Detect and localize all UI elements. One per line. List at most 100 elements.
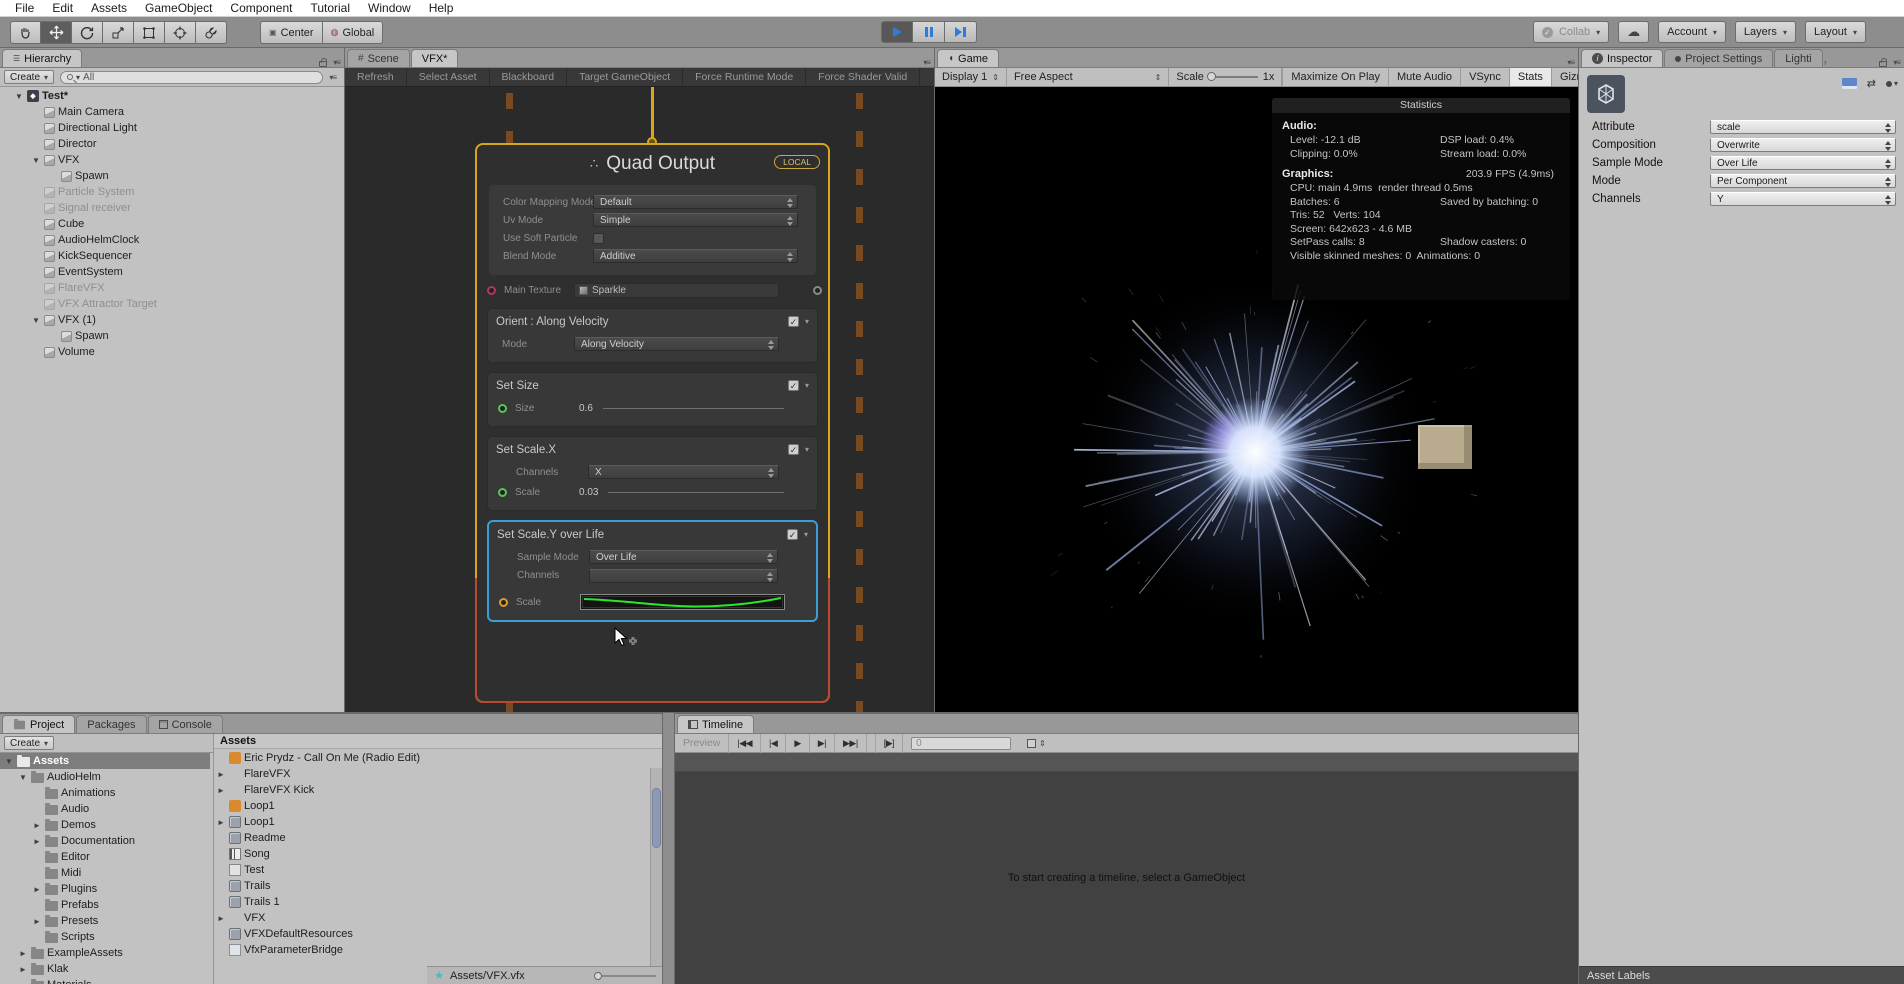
step-button[interactable] <box>945 21 977 43</box>
field-dropdown[interactable]: Per Component <box>1710 174 1896 188</box>
size-field[interactable]: 0.6 <box>579 403 784 414</box>
chevron-down-icon[interactable]: ▾ <box>805 381 809 390</box>
aspect-dropdown[interactable]: Free Aspect⇕ <box>1007 68 1169 86</box>
tab-console[interactable]: Console <box>148 715 223 733</box>
tab-timeline[interactable]: Timeline <box>677 715 754 733</box>
gear-icon[interactable] <box>1886 81 1892 87</box>
thumbnail-size-slider[interactable] <box>594 972 656 980</box>
scale-port[interactable] <box>498 488 507 497</box>
hierarchy-item[interactable]: Volume <box>0 344 344 360</box>
preview-toggle[interactable]: Preview <box>675 734 729 753</box>
foldout-icon[interactable]: ► <box>18 949 28 958</box>
block-enabled-checkbox[interactable]: ✓ <box>788 444 799 455</box>
tab-scene[interactable]: # Scene <box>347 49 410 67</box>
hierarchy-item[interactable]: Particle System <box>0 184 344 200</box>
texture-out-port[interactable] <box>813 286 822 295</box>
block-enabled-checkbox[interactable]: ✓ <box>787 529 798 540</box>
folder-tree-item[interactable]: ► Demos <box>0 817 210 833</box>
play-range-toggle[interactable]: [▶] <box>875 734 903 753</box>
menu-item[interactable]: File <box>6 1 43 15</box>
folder-tree-item[interactable]: Scripts <box>0 929 210 945</box>
custom-tool-button[interactable] <box>196 21 227 44</box>
hand-tool-button[interactable] <box>10 21 41 44</box>
hierarchy-item[interactable]: Signal receiver <box>0 200 344 216</box>
folder-tree-item[interactable]: Animations <box>0 785 210 801</box>
node-title[interactable]: ∴ Quad Output LOCAL <box>477 145 828 183</box>
foldout-icon[interactable]: ► <box>216 770 226 779</box>
texture-port[interactable] <box>487 286 496 295</box>
panel-menu-icon[interactable]: ▾≡ <box>1893 58 1900 67</box>
sample-mode-dropdown[interactable]: Over Life <box>589 550 778 564</box>
foldout-icon[interactable]: ▼ <box>18 773 28 782</box>
menu-item[interactable]: Assets <box>82 1 136 15</box>
asset-list-item[interactable]: Test <box>214 862 650 878</box>
transport-button[interactable]: ▶| <box>810 734 835 753</box>
hierarchy-item[interactable]: Director <box>0 136 344 152</box>
asset-list-item[interactable]: VfxParameterBridge <box>214 942 650 958</box>
play-button[interactable] <box>881 21 913 43</box>
set-size-block[interactable]: Set Size ✓ ▾ Size 0.6 <box>487 372 818 427</box>
docs-icon[interactable] <box>1842 78 1857 89</box>
folder-tree-item[interactable]: Editor <box>0 849 210 865</box>
foldout-icon[interactable]: ► <box>32 837 42 846</box>
game-toolbar-toggle[interactable]: VSync <box>1460 68 1509 86</box>
lock-icon[interactable] <box>319 61 327 67</box>
scale-slider-knob[interactable] <box>1207 72 1216 81</box>
folder-tree-item[interactable]: ▼ Assets <box>0 753 210 769</box>
foldout-icon[interactable]: ► <box>32 821 42 830</box>
chevron-down-icon[interactable]: ▾ <box>804 530 808 539</box>
quad-output-node[interactable]: ∴ Quad Output LOCAL Color Mapping Mode D… <box>475 143 830 703</box>
move-tool-button[interactable] <box>41 21 72 44</box>
asset-list-item[interactable]: VFXDefaultResources <box>214 926 650 942</box>
asset-list-item[interactable]: ► Loop1 <box>214 814 650 830</box>
pause-button[interactable] <box>913 21 945 43</box>
folder-tree-item[interactable]: ► Plugins <box>0 881 210 897</box>
asset-labels-bar[interactable]: Asset Labels <box>1579 966 1904 984</box>
pivot-global-button[interactable]: ◍ Global <box>323 21 384 44</box>
color-mapping-dropdown[interactable]: Default <box>593 195 798 209</box>
menu-item[interactable]: Tutorial <box>301 1 359 15</box>
panel-menu-icon[interactable]: ▾≡ <box>333 58 340 67</box>
presets-icon[interactable]: ⇄ <box>1867 77 1876 90</box>
hierarchy-item[interactable]: FlareVFX <box>0 280 344 296</box>
pivot-center-button[interactable]: ▣ Center <box>260 21 323 44</box>
game-toolbar-toggle[interactable]: Maximize On Play <box>1282 68 1388 86</box>
foldout-icon[interactable]: ► <box>32 917 42 926</box>
foldout-icon[interactable]: ► <box>216 914 226 923</box>
tab-inspector[interactable]: i Inspector <box>1581 49 1663 67</box>
menu-item[interactable]: Help <box>420 1 463 15</box>
chevron-down-icon[interactable]: ▾ <box>805 317 809 326</box>
foldout-icon[interactable]: ▼ <box>31 156 41 165</box>
folder-tree-item[interactable]: ▼ AudioHelm <box>0 769 210 785</box>
field-dropdown[interactable]: Y <box>1710 192 1896 206</box>
tab-project[interactable]: Project <box>2 715 75 733</box>
scene-row[interactable]: ▼ ◆ Test* <box>0 88 344 104</box>
scale-curve-field[interactable] <box>580 594 785 610</box>
scale-x-field[interactable]: 0.03 <box>579 487 784 498</box>
tab-project-settings[interactable]: Project Settings <box>1664 49 1773 67</box>
search-menu-icon[interactable]: ▾≡ <box>329 73 340 82</box>
folder-tree-item[interactable]: Prefabs <box>0 897 210 913</box>
soft-particle-checkbox[interactable] <box>593 233 604 244</box>
folder-tree-item[interactable]: ► Documentation <box>0 833 210 849</box>
transport-button[interactable]: ▶ <box>786 734 809 753</box>
asset-list-item[interactable]: ► FlareVFX Kick <box>214 782 650 798</box>
panel-menu-icon[interactable]: ▾≡ <box>1567 58 1578 67</box>
list-scrollbar[interactable] <box>650 768 662 966</box>
folder-tree-item[interactable]: Materials <box>0 977 210 984</box>
asset-list-item[interactable]: Eric Prydz - Call On Me (Radio Edit) <box>214 750 650 766</box>
asset-list-item[interactable]: Readme <box>214 830 650 846</box>
channels-dropdown[interactable] <box>589 569 778 583</box>
local-space-badge[interactable]: LOCAL <box>774 155 820 169</box>
hierarchy-item[interactable]: Spawn <box>0 168 344 184</box>
display-dropdown[interactable]: Display 1⇕ <box>935 68 1007 86</box>
asset-list-item[interactable]: Trails <box>214 878 650 894</box>
hierarchy-item[interactable]: EventSystem <box>0 264 344 280</box>
asset-list-item[interactable]: Song <box>214 846 650 862</box>
lock-icon[interactable] <box>1879 61 1887 67</box>
capture-options[interactable]: ⇕ <box>1027 739 1046 748</box>
asset-list-item[interactable]: Loop1 <box>214 798 650 814</box>
foldout-icon[interactable]: ▼ <box>4 757 14 766</box>
menu-item[interactable]: Edit <box>43 1 82 15</box>
channels-dropdown[interactable]: X <box>588 465 779 479</box>
